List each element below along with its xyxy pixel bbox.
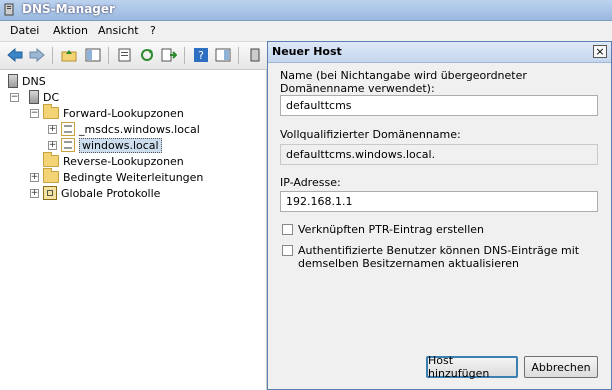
tree-label: Reverse-Lookupzonen [63, 154, 184, 168]
ptr-checkbox[interactable] [282, 224, 293, 235]
dns-app-icon [4, 3, 14, 16]
logs-icon [43, 186, 57, 200]
dialog-title: Neuer Host [272, 45, 342, 58]
svg-text:?: ? [198, 49, 204, 62]
menu-ansicht[interactable]: Ansicht [98, 24, 139, 37]
tree-label: DNS [22, 74, 46, 88]
tree-label: DC [43, 90, 60, 104]
tree-node-conditional[interactable]: + Bedingte Weiterleitungen [30, 168, 204, 185]
tree-label: Forward-Lookupzonen [63, 106, 184, 120]
fqdn-label: Vollqualifizierter Domänenname: [280, 128, 461, 141]
tree-node-logs[interactable]: + Globale Protokolle [30, 185, 160, 201]
tree-label: Globale Protokolle [61, 186, 161, 200]
add-host-button[interactable]: Host hinzufügen [426, 354, 518, 380]
server-icon [29, 90, 39, 104]
tree-node-forward-zones[interactable]: − Forward-Lookupzonen [30, 104, 184, 121]
tree-label: Bedingte Weiterleitungen [63, 170, 204, 184]
cancel-button[interactable]: Abbrechen [524, 356, 598, 378]
tree-label-selected: windows.local [79, 137, 162, 153]
menu-aktion[interactable]: Aktion [53, 24, 88, 37]
refresh-icon[interactable] [138, 46, 156, 64]
window-title: DNS-Manager [22, 2, 115, 16]
toolbar-separator [238, 47, 239, 64]
menu-bar: Datei Aktion Ansicht ? [0, 21, 612, 42]
server-icon[interactable] [246, 46, 264, 64]
fqdn-field: defaulttcms.windows.local. [280, 144, 598, 165]
menu-help[interactable]: ? [150, 24, 156, 37]
toolbar-separator [108, 47, 109, 64]
console-tree: DNS − DC − Forward-Lookupzonen + _msdcs.… [0, 70, 267, 390]
properties-icon[interactable] [116, 46, 134, 64]
auth-update-label: Authentifizierte Benutzer können DNS-Ein… [298, 244, 580, 270]
console-tree-icon[interactable] [84, 46, 102, 64]
expand-icon[interactable]: + [30, 188, 39, 198]
close-icon[interactable]: × [593, 45, 607, 58]
tree-node-msdcs[interactable]: + _msdcs.windows.local [48, 121, 200, 137]
expand-icon[interactable]: + [48, 124, 57, 134]
tree-node-reverse-zones[interactable]: Reverse-Lookupzonen [43, 152, 184, 169]
expand-icon[interactable]: + [30, 172, 39, 182]
tree-node-zone[interactable]: + windows.local [48, 137, 162, 153]
expand-icon[interactable]: + [48, 140, 57, 150]
auth-update-checkbox[interactable] [282, 245, 293, 256]
name-field[interactable] [280, 95, 598, 116]
tree-node-dns[interactable]: DNS [8, 73, 46, 89]
new-host-dialog: Neuer Host × Name (bei Nichtangabe wird … [267, 41, 612, 390]
action-pane-icon[interactable] [214, 46, 232, 64]
dialog-titlebar: Neuer Host × [268, 42, 611, 63]
folder-icon [43, 104, 59, 119]
collapse-icon[interactable]: − [30, 108, 39, 118]
up-folder-icon[interactable] [60, 46, 78, 64]
folder-icon [43, 168, 59, 183]
toolbar-separator [184, 47, 185, 64]
menu-datei[interactable]: Datei [10, 24, 39, 37]
help-icon[interactable]: ? [192, 46, 210, 64]
back-arrow-icon[interactable] [6, 46, 24, 64]
tree-label: _msdcs.windows.local [79, 122, 200, 136]
export-list-icon[interactable] [160, 46, 178, 64]
folder-icon [43, 152, 59, 167]
collapse-icon[interactable]: − [10, 92, 19, 102]
ptr-label: Verknüpften PTR-Eintrag erstellen [298, 223, 484, 236]
ip-address-field[interactable] [280, 191, 598, 212]
ip-label: IP-Adresse: [280, 176, 341, 189]
window-titlebar: DNS-Manager [0, 0, 612, 21]
forward-arrow-icon[interactable] [28, 46, 46, 64]
toolbar-separator [52, 47, 53, 64]
dns-root-icon [8, 74, 18, 88]
tree-node-server[interactable]: − DC [10, 89, 59, 105]
name-label: Name (bei Nichtangabe wird übergeordnete… [280, 69, 527, 95]
zone-icon [61, 138, 75, 152]
zone-icon [61, 122, 75, 136]
